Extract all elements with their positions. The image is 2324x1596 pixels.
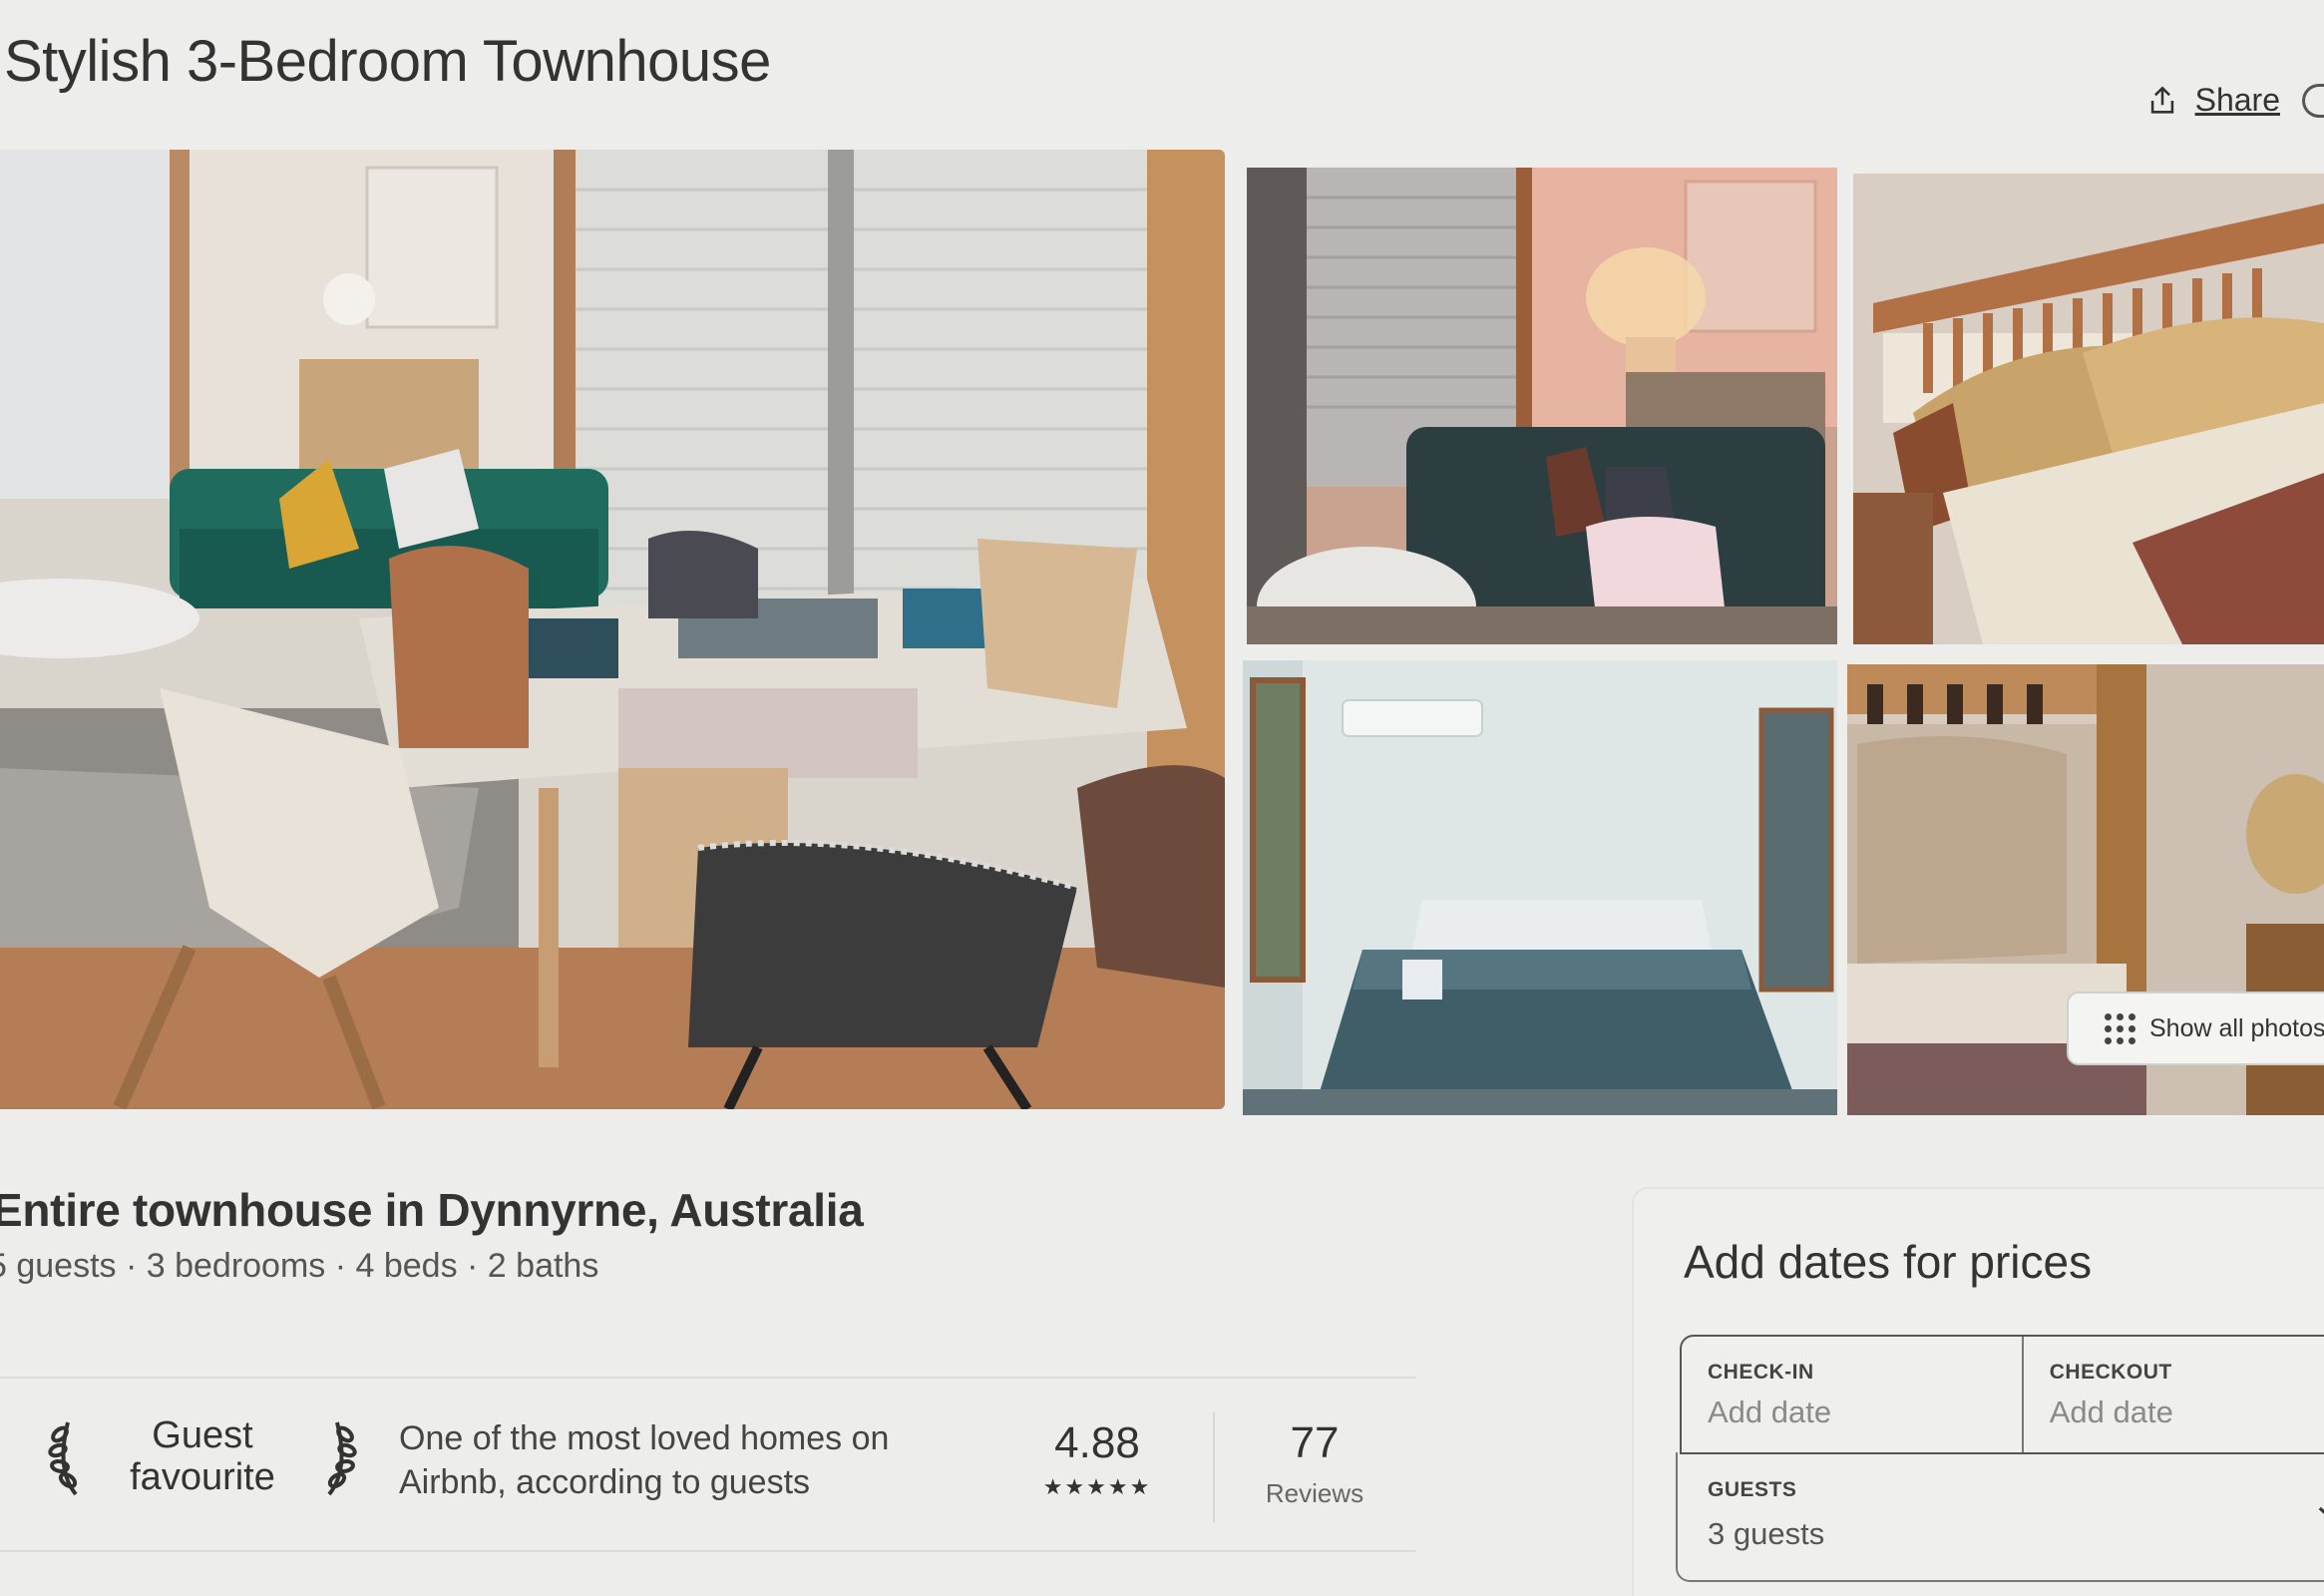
photo-lounge[interactable] xyxy=(1247,168,1837,644)
header-actions: Share xyxy=(2145,82,2324,119)
reviews-link[interactable]: 77 Reviews xyxy=(1247,1418,1382,1509)
grid-dots-icon xyxy=(2105,1012,2135,1044)
reviews-count: 77 xyxy=(1290,1418,1340,1467)
guest-favourite-card[interactable]: Guest favourite One of the most loved ho… xyxy=(0,1377,1416,1552)
share-label: Share xyxy=(2194,82,2280,118)
rating-block: 4.88 ★★★★★ xyxy=(1027,1418,1167,1500)
guest-favourite-badge: Guest favourite xyxy=(48,1414,357,1498)
star-rating-icon: ★★★★★ xyxy=(1042,1474,1152,1499)
guests-label: GUESTS xyxy=(1708,1478,1797,1501)
reviews-label: Reviews xyxy=(1265,1478,1364,1508)
rating-value: 4.88 xyxy=(1054,1418,1140,1467)
checkout-value: Add date xyxy=(2049,1395,2173,1429)
checkin-field[interactable]: CHECK-IN Add date xyxy=(1682,1337,2022,1452)
page-title: Stylish 3-Bedroom Townhouse xyxy=(4,29,771,94)
booking-heading: Add dates for prices xyxy=(1684,1236,2093,1288)
listing-meta: 5 guests · 3 bedrooms · 4 beds · 2 baths xyxy=(0,1247,599,1285)
heart-icon[interactable] xyxy=(2302,83,2324,118)
rating-divider xyxy=(1213,1412,1215,1522)
guests-select[interactable]: GUESTS 3 guests xyxy=(1676,1452,2324,1582)
date-picker: CHECK-IN Add date CHECKOUT Add date xyxy=(1680,1335,2324,1454)
checkin-value: Add date xyxy=(1708,1395,1832,1429)
guests-value: 3 guests xyxy=(1708,1516,1825,1551)
share-button[interactable]: Share xyxy=(2145,82,2280,119)
laurel-left-icon xyxy=(48,1421,78,1496)
laurel-right-icon xyxy=(327,1421,357,1496)
checkin-label: CHECK-IN xyxy=(1708,1361,1814,1384)
guest-favourite-description: One of the most loved homes on Airbnb, a… xyxy=(399,1416,958,1504)
guest-favourite-text: Guest favourite xyxy=(108,1414,297,1498)
photo-bedroom-2[interactable] xyxy=(1243,660,1837,1115)
show-all-photos-button[interactable]: Show all photos xyxy=(2067,992,2324,1065)
booking-card: Add dates for prices CHECK-IN Add date C… xyxy=(1632,1187,2324,1596)
photo-gallery xyxy=(0,150,2324,1115)
checkout-label: CHECKOUT xyxy=(2049,1361,2172,1384)
listing-title: Entire townhouse in Dynnyrne, Australia xyxy=(0,1184,864,1236)
listing-page: Stylish 3-Bedroom Townhouse Share Show a… xyxy=(0,0,2324,1596)
photo-living-dining[interactable] xyxy=(0,150,1225,1109)
guest-favourite-line2: favourite xyxy=(130,1456,275,1498)
checkout-field[interactable]: CHECKOUT Add date xyxy=(2021,1337,2324,1452)
photo-bedroom-1[interactable] xyxy=(1853,174,2324,644)
share-icon xyxy=(2150,85,2173,114)
guest-favourite-line1: Guest xyxy=(152,1414,253,1456)
chevron-down-icon xyxy=(2318,1506,2324,1514)
show-all-photos-label: Show all photos xyxy=(2149,1013,2324,1042)
guest-favourite-desc-line2: Airbnb, according to guests xyxy=(399,1463,811,1501)
guest-favourite-desc-line1: One of the most loved homes on xyxy=(399,1419,890,1457)
